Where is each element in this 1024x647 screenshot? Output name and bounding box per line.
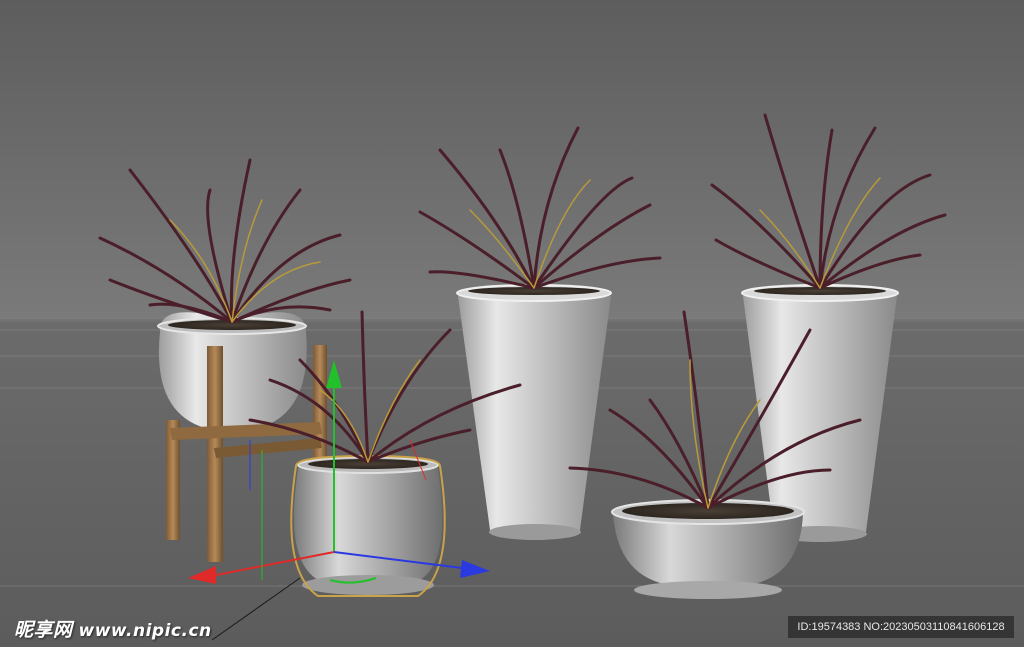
- selected-pot-front[interactable]: [290, 454, 446, 597]
- saucer: [302, 575, 434, 595]
- 3d-viewport[interactable]: 昵享网 www.nipic.cn ID:19574383 NO:202305031…: [0, 0, 1024, 647]
- id-badge: ID:19574383 NO:20230503110841606128: [788, 616, 1014, 638]
- watermark-brand: 昵享网: [14, 619, 73, 641]
- vase-base: [489, 524, 581, 540]
- watermark-site: www.nipic.cn: [78, 621, 212, 641]
- saucer: [634, 581, 782, 599]
- watermark: 昵享网 www.nipic.cn: [14, 615, 212, 642]
- scene-canvas[interactable]: [0, 0, 1024, 647]
